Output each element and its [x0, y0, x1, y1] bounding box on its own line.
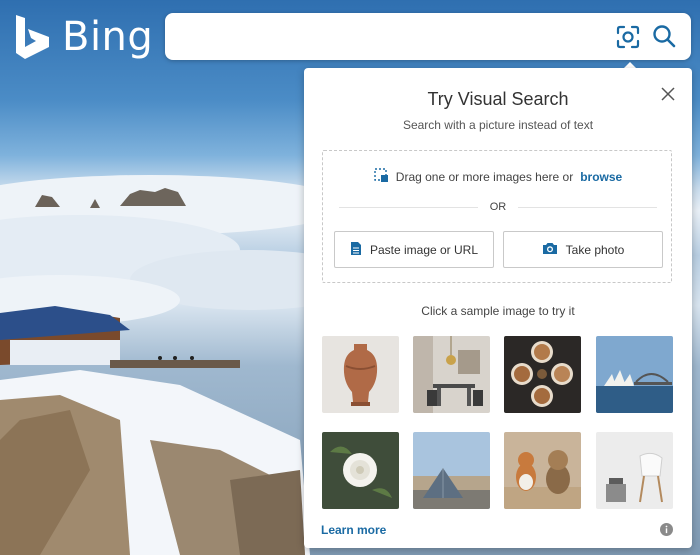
sample-image-coffee-cups[interactable] — [504, 336, 581, 413]
search-input[interactable] — [179, 21, 613, 53]
sample-image-vase[interactable] — [322, 336, 399, 413]
bing-logo[interactable]: Bing — [14, 12, 153, 62]
paste-button-label: Paste image or URL — [369, 242, 479, 257]
sample-image-dining-room[interactable] — [413, 336, 490, 413]
logo-text: Bing — [62, 14, 154, 60]
divider-line — [339, 206, 478, 208]
camera-icon — [542, 242, 558, 258]
close-icon[interactable] — [660, 86, 676, 102]
drag-text: Drag one or more images here or — [395, 170, 574, 184]
or-divider: OR — [339, 200, 657, 214]
sample-image-white-rose[interactable] — [322, 432, 399, 509]
sample-image-opera-house[interactable] — [596, 336, 673, 413]
visual-search-icon[interactable] — [615, 24, 641, 50]
panel-title: Try Visual Search — [427, 89, 569, 109]
image-drop-zone[interactable]: Drag one or more images here or browse O… — [322, 150, 672, 283]
search-icon[interactable] — [651, 23, 677, 49]
drag-image-icon — [374, 168, 389, 186]
or-text: OR — [489, 201, 507, 213]
browse-link[interactable]: browse — [580, 170, 622, 184]
paste-image-button[interactable]: Paste image or URL — [334, 231, 494, 268]
learn-more-link[interactable]: Learn more — [321, 523, 386, 537]
visual-search-panel: Try Visual Search Search with a picture … — [304, 68, 692, 548]
search-bar — [165, 13, 691, 60]
drag-row: Drag one or more images here or browse — [323, 168, 673, 186]
sample-image-label: Click a sample image to try it — [421, 304, 575, 318]
panel-subtitle: Search with a picture instead of text — [402, 118, 594, 132]
take-photo-button[interactable]: Take photo — [503, 231, 663, 268]
sample-image-chair[interactable] — [596, 432, 673, 509]
info-icon[interactable] — [660, 523, 673, 536]
sample-image-louvre-pyramid[interactable] — [413, 432, 490, 509]
take-photo-label: Take photo — [565, 242, 625, 257]
bing-b-icon — [16, 15, 49, 59]
divider-line — [518, 206, 657, 208]
sample-image-dogs[interactable] — [504, 432, 581, 509]
document-icon — [350, 241, 362, 259]
